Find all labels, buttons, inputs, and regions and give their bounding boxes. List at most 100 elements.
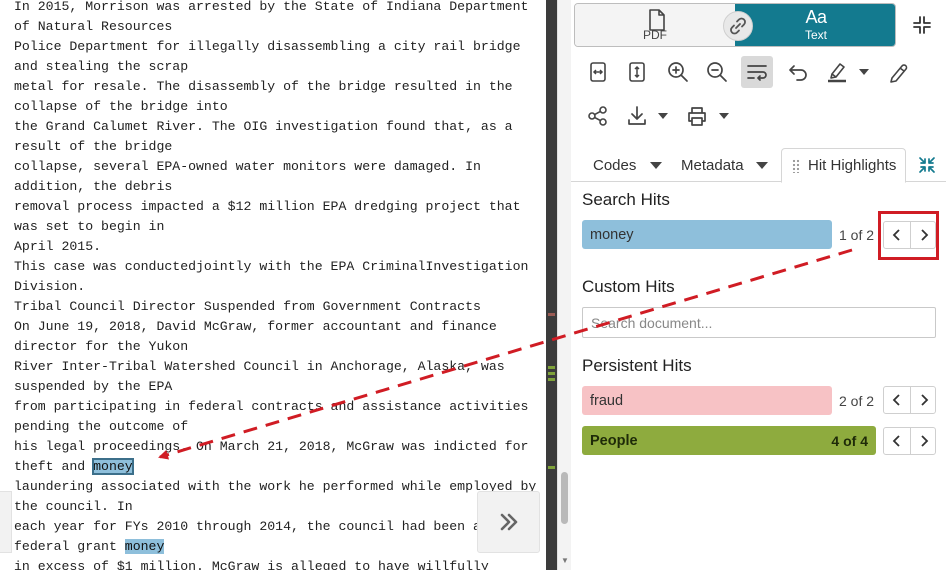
collapse-arrows-icon (913, 16, 931, 34)
persistent-hit-people[interactable]: People 4 of 4 (582, 426, 876, 455)
print-button[interactable] (681, 100, 713, 132)
zoom-in-button[interactable] (662, 56, 694, 88)
search-hit-term[interactable]: money (582, 220, 832, 249)
download-button[interactable] (621, 100, 653, 132)
highlighter-icon (828, 63, 846, 83)
pen-icon (890, 64, 908, 83)
document-scrollbar[interactable]: ▼ (557, 0, 571, 570)
scroll-down-arrow-icon[interactable]: ▼ (560, 556, 570, 566)
document-line: April 2015. (14, 237, 536, 257)
document-line: In 2015, Morrison was arrested by the St… (14, 0, 536, 17)
search-hit-count: 1 of 2 (839, 227, 875, 243)
document-line-text: and stealing the scrap (14, 59, 189, 74)
caret-down-icon (719, 113, 729, 119)
document-line-text: Division. (14, 279, 86, 294)
document-line-text: his legal proceedings. On March 21, 2018… (14, 439, 529, 454)
previous-hit-button[interactable] (884, 387, 910, 413)
document-line-text: Police Department for illegally disassem… (14, 39, 521, 54)
hit-marker (548, 366, 555, 369)
document-line-text: from participating in federal contracts … (14, 399, 529, 414)
hit-marker (548, 313, 555, 316)
custom-hits-heading: Custom Hits (582, 277, 675, 296)
link-icon (730, 17, 746, 35)
print-dropdown-caret[interactable] (719, 111, 729, 121)
double-chevron-right-icon (500, 513, 517, 531)
expand-panel-button[interactable] (477, 491, 540, 553)
document-text-view[interactable]: In 2015, Morrison was arrested by the St… (0, 0, 546, 570)
previous-page-tab[interactable] (0, 491, 12, 553)
document-line-text: metal for resale. The disassembly of the… (14, 79, 513, 94)
minimize-tabs-button[interactable] (908, 148, 946, 182)
document-line: in excess of $1 million. McGraw is alleg… (14, 557, 536, 570)
tab-codes[interactable]: Codes (593, 148, 663, 182)
wrap-text-button[interactable] (741, 56, 773, 88)
chevron-right-icon (921, 394, 929, 406)
persistent-hit-fraud[interactable]: fraud (582, 386, 832, 415)
hit-highlight[interactable]: money (92, 458, 134, 475)
wrap-text-icon (747, 65, 767, 81)
fit-width-icon (590, 62, 606, 82)
text-aa-icon: Aa (805, 7, 827, 27)
undo-button[interactable] (782, 56, 814, 88)
document-line-text: addition, the debris (14, 179, 173, 194)
caret-down-icon (755, 161, 768, 169)
document-lines: In 2015, Morrison was arrested by the St… (14, 0, 536, 570)
tab-codes-label: Codes (593, 156, 637, 174)
document-line-text: collapse of the bridge into (14, 99, 228, 114)
minimize-arrows-icon (919, 157, 935, 173)
download-icon (628, 106, 646, 125)
document-line-text: director for the Yukon (14, 339, 189, 354)
document-line: On June 19, 2018, David McGraw, former a… (14, 317, 536, 337)
scrollbar-thumb[interactable] (561, 472, 568, 524)
document-line: Police Department for illegally disassem… (14, 37, 536, 57)
chevron-left-icon (892, 435, 900, 447)
text-view-button[interactable]: Aa Text (735, 4, 895, 46)
persistent-hit-fraud-count: 2 of 2 (839, 393, 875, 409)
caret-down-icon (650, 161, 663, 169)
pen-button[interactable] (882, 56, 914, 88)
pdf-view-button[interactable]: PDF (575, 4, 735, 46)
next-hit-button[interactable] (911, 387, 937, 413)
text-label: Text (804, 28, 827, 42)
document-line-text: River Inter-Tribal Watershed Council in … (14, 359, 505, 374)
document-line-text: On June 19, 2018, David McGraw, former a… (14, 319, 497, 334)
document-line: was set to begin in (14, 217, 536, 237)
document-line: laundering associated with the work he p… (14, 477, 536, 497)
highlighter-dropdown-caret[interactable] (859, 67, 869, 77)
persistent-hit-people-count: 4 of 4 (831, 432, 868, 449)
sync-link-button[interactable] (723, 11, 753, 41)
next-hit-button[interactable] (911, 428, 937, 454)
caret-down-icon (859, 69, 869, 75)
search-hits-heading: Search Hits (582, 190, 670, 209)
document-line-text: pending the outcome of (14, 419, 189, 434)
tab-metadata[interactable]: Metadata (681, 148, 768, 182)
previous-hit-button[interactable] (884, 428, 910, 454)
persistent-hits-heading: Persistent Hits (582, 356, 692, 375)
highlighter-button[interactable] (821, 56, 853, 88)
fit-height-button[interactable] (621, 56, 653, 88)
pane-splitter[interactable] (546, 0, 557, 570)
hit-marker (548, 372, 555, 375)
hit-highlight[interactable]: money (124, 539, 165, 554)
document-line-text: Tribal Council Director Suspended from G… (14, 299, 481, 314)
document-line-text: April 2015. (14, 239, 102, 254)
document-line-text: was set to begin in (14, 219, 165, 234)
document-line-text: in excess of $1 million. McGraw is alleg… (14, 559, 489, 570)
document-line: director for the Yukon (14, 337, 536, 357)
fit-width-button[interactable] (582, 56, 614, 88)
review-side-panel: PDF Aa Text Codes Metadata Hit Highlight… (571, 0, 946, 570)
document-line: suspended by the EPA (14, 377, 536, 397)
document-line: the council. In (14, 497, 536, 517)
share-button[interactable] (582, 100, 614, 132)
search-document-input[interactable] (582, 307, 936, 338)
download-dropdown-caret[interactable] (658, 111, 668, 121)
people-hit-nav (883, 427, 936, 455)
tab-hit-highlights[interactable]: Hit Highlights (781, 148, 906, 183)
document-line: removal process impacted a $12 million E… (14, 197, 536, 217)
document-line: and stealing the scrap (14, 57, 536, 77)
document-line: pending the outcome of (14, 417, 536, 437)
drag-handle-icon[interactable] (792, 158, 800, 173)
zoom-out-button[interactable] (701, 56, 733, 88)
document-line-text: federal grant (14, 539, 125, 554)
collapse-panel-button[interactable] (909, 12, 935, 38)
